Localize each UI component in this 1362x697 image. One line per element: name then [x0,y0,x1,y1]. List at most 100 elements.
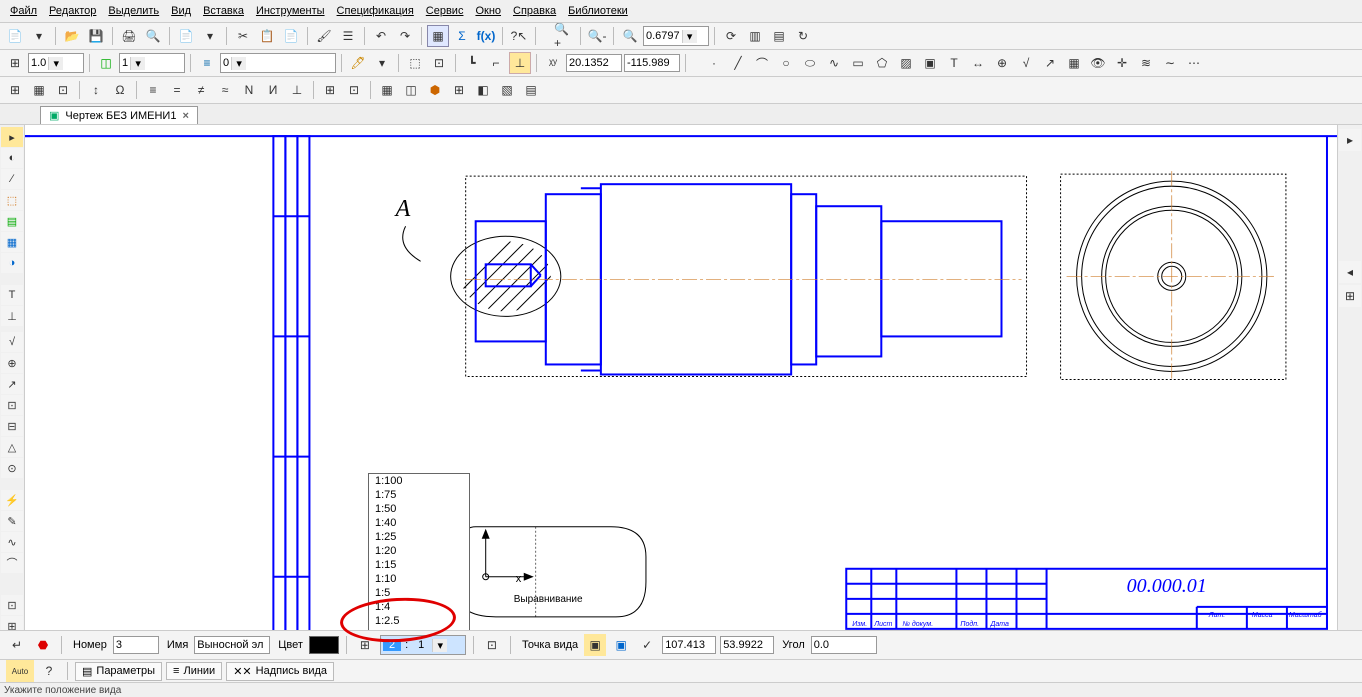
color-swatch[interactable] [309,636,339,654]
tool-leader-icon[interactable]: ↗ [1,374,23,394]
tool-tol-icon[interactable]: ⊕ [1,353,23,373]
menu-service[interactable]: Сервис [422,4,468,18]
menu-spec[interactable]: Спецификация [333,4,418,18]
geom-text-icon[interactable]: T [943,52,965,74]
zoom-combo[interactable]: 0.6797 ▾ [643,26,709,46]
layout-icon[interactable]: ▥ [744,25,766,47]
properties-icon[interactable]: ☰ [337,25,359,47]
tool-l1-icon[interactable]: ◐ [1,148,23,168]
redo-icon[interactable]: ↷ [394,25,416,47]
scale-opt[interactable]: 1:25 [369,530,469,544]
ex9-icon[interactable]: ≈ [214,79,236,101]
brush-icon[interactable]: 🖊 [347,52,369,74]
geom-leader-icon[interactable]: ↗ [1039,52,1061,74]
coord-y-input[interactable] [624,54,680,72]
preview-icon[interactable]: 📄 [175,25,197,47]
scale-opt[interactable]: 1:20 [369,544,469,558]
brush-dd-icon[interactable]: ▾ [371,52,393,74]
help-pointer-icon[interactable]: ?↖ [508,25,530,47]
scale-dropdown-icon[interactable]: ▾ [432,639,447,652]
coord-mode-icon[interactable]: ᵡʸ [542,52,564,74]
scale-opt[interactable]: 1:2.5 [369,614,469,628]
scale-lock-icon[interactable]: ⊞ [354,634,376,656]
ex12-icon[interactable]: ⊥ [286,79,308,101]
layer-combo[interactable]: 1 ▾ [119,53,185,73]
tool-l5-icon[interactable]: ▦ [1,232,23,252]
ex5-icon[interactable]: Ω [109,79,131,101]
scale-opt[interactable]: 1:10 [369,572,469,586]
ex20-icon[interactable]: ▧ [496,79,518,101]
menu-file[interactable]: Файл [6,4,41,18]
geom-circle-icon[interactable]: ○ [775,52,797,74]
refresh2-icon[interactable]: ↻ [792,25,814,47]
right-tool1-icon[interactable]: ▸ [1339,129,1361,151]
right-tool2-icon[interactable]: ◂ [1339,261,1361,283]
tool-more4-icon[interactable]: ⊙ [1,458,23,478]
right-tool3-icon[interactable]: ⊞ [1339,285,1361,307]
vp-lock-icon[interactable]: ✓ [636,634,658,656]
point-x-input[interactable] [662,636,716,654]
geom-dim-icon[interactable]: ↔ [967,52,989,74]
menu-select[interactable]: Выделить [104,4,163,18]
geom-arc-icon[interactable]: ⌒ [751,52,773,74]
geom-fill-icon[interactable]: ▣ [919,52,941,74]
tool-more3-icon[interactable]: △ [1,437,23,457]
geom-break-icon[interactable]: ≋ [1135,52,1157,74]
geom-rect-icon[interactable]: ▭ [847,52,869,74]
tool-edit-icon[interactable]: ✎ [1,511,23,531]
scale-opt[interactable]: 1:15 [369,558,469,572]
tool-select-icon[interactable]: ▸ [1,127,23,147]
ex10-icon[interactable]: N [238,79,260,101]
ex14-icon[interactable]: ⊡ [343,79,365,101]
chevron-down-icon[interactable]: ▾ [231,57,246,70]
format-painter-icon[interactable]: 🖌 [313,25,335,47]
ex3-icon[interactable]: ⊡ [52,79,74,101]
grid-step-combo[interactable]: 1.0 ▾ [28,53,84,73]
new-doc-icon[interactable]: 📄 [4,25,26,47]
panel-tab-params[interactable]: ▤ Параметры [75,662,162,681]
fx-icon[interactable]: f(x) [475,25,497,47]
ex17-icon[interactable]: ⬢ [424,79,446,101]
ex1-icon[interactable]: ⊞ [4,79,26,101]
ex21-icon[interactable]: ▤ [520,79,542,101]
scale-opt[interactable]: 1:4 [369,600,469,614]
geom-extra-icon[interactable]: ⋯ [1183,52,1205,74]
tool-dim-icon[interactable]: ⊥ [1,306,23,326]
manager-icon[interactable]: ▦ [427,25,449,47]
cut-icon[interactable]: ✂ [232,25,254,47]
snap-icon[interactable]: ┗ [461,52,483,74]
scale-opt[interactable]: 1:40 [369,516,469,530]
stop-icon[interactable]: ⬣ [32,634,54,656]
angle-input[interactable] [811,636,877,654]
geom-poly-icon[interactable]: ⬠ [871,52,893,74]
help2-icon[interactable]: ? [38,660,60,682]
zoom-out-icon[interactable]: 🔍- [586,25,608,47]
geom-tol-icon[interactable]: ⊕ [991,52,1013,74]
save-icon[interactable]: 💾 [85,25,107,47]
print-preview-icon[interactable]: 🔍 [142,25,164,47]
menu-editor[interactable]: Редактор [45,4,100,18]
enter-icon[interactable]: ↵ [6,634,28,656]
paste-icon[interactable]: 📄 [280,25,302,47]
ex11-icon[interactable]: И [262,79,284,101]
tool-rough-icon[interactable]: √ [1,332,23,352]
layout2-icon[interactable]: ▤ [768,25,790,47]
number-input[interactable] [113,636,159,654]
preview-dd-icon[interactable]: ▾ [199,25,221,47]
vp1-icon[interactable]: ▣ [584,634,606,656]
tool-fillet-icon[interactable]: ⌒ [1,553,23,573]
copy-icon[interactable]: 📋 [256,25,278,47]
coord-x-input[interactable] [566,54,622,72]
panel-tab-caption[interactable]: ✕✕ Надпись вида [226,662,334,681]
ex16-icon[interactable]: ◫ [400,79,422,101]
linestyle-icon[interactable]: ≡ [196,52,218,74]
ortho2-icon[interactable]: ⊡ [428,52,450,74]
snap2-icon[interactable]: ⌐ [485,52,507,74]
menu-window[interactable]: Окно [471,4,505,18]
menu-libraries[interactable]: Библиотеки [564,4,632,18]
undo-icon[interactable]: ↶ [370,25,392,47]
ex15-icon[interactable]: ▦ [376,79,398,101]
linestyle-combo[interactable]: 0 ▾ [220,53,336,73]
geom-line-icon[interactable]: ╱ [727,52,749,74]
chevron-down-icon[interactable]: ▾ [48,57,63,70]
